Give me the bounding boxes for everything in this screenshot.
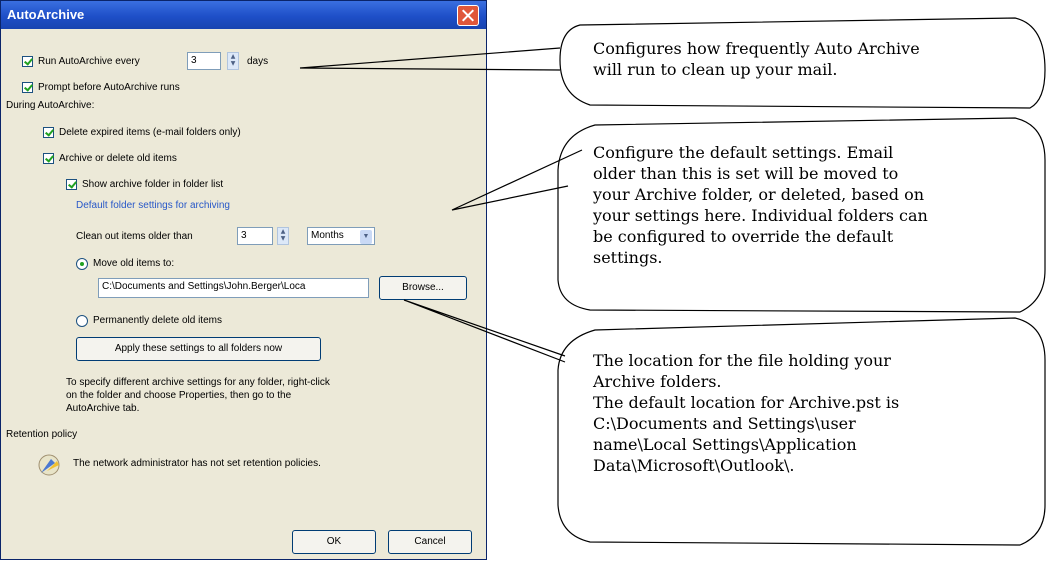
callout-overlay	[299, 17, 1046, 546]
callout-3-pointer	[403, 299, 566, 363]
callout-3-line: Archive folders.	[593, 372, 722, 391]
callout-3-line: Data\Microsoft\Outlook\.	[593, 456, 795, 475]
callout-3-line: The location for the file holding your	[593, 351, 891, 370]
callout-2-line: Configure the default settings. Email	[593, 143, 894, 162]
callout-2-line: be configured to override the default	[593, 227, 894, 246]
callout-3-text: The location for the file holding your A…	[593, 350, 899, 476]
callout-1-pointer	[299, 47, 561, 71]
callout-1-line: Configures how frequently Auto Archive	[593, 39, 920, 58]
callout-2-text: Configure the default settings. Email ol…	[593, 142, 928, 268]
callout-2-line: older than this is set will be moved to	[593, 164, 899, 183]
callout-3-line: The default location for Archive.pst is	[593, 393, 900, 412]
callout-3-line: C:\Documents and Settings\user	[593, 414, 856, 433]
callout-1-text: Configures how frequently Auto Archive w…	[593, 38, 920, 80]
callout-2-line: your settings here. Individual folders c…	[593, 206, 928, 225]
callout-2-line: your Archive folder, or deleted, based o…	[593, 185, 925, 204]
callout-3-line: name\Local Settings\Application	[593, 435, 857, 454]
callout-1-line: will run to clean up your mail.	[593, 60, 838, 79]
callout-2-line: settings.	[593, 248, 663, 267]
